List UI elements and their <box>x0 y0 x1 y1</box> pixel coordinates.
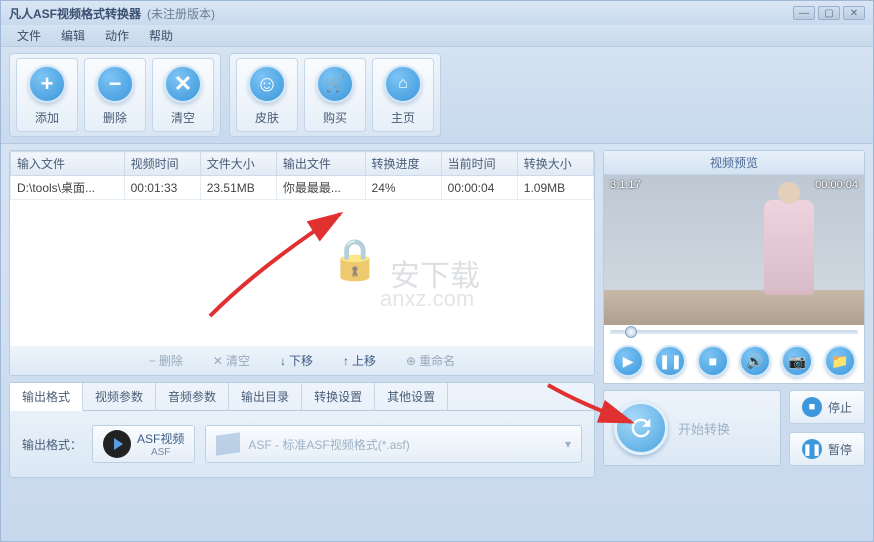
tab-convert-settings[interactable]: 转换设置 <box>302 383 375 410</box>
play-icon: ▶ <box>623 353 634 370</box>
delete-button[interactable]: −删除 <box>84 58 146 132</box>
table-row[interactable]: D:\tools\桌面... 00:01:33 23.51MB 你最最最... … <box>11 176 594 200</box>
refresh-icon <box>627 414 655 442</box>
pause-convert-button[interactable]: ❚❚暂停 <box>789 432 865 466</box>
menu-help[interactable]: 帮助 <box>139 27 183 44</box>
col-fsize[interactable]: 文件大小 <box>200 152 276 176</box>
pause-button[interactable]: ❚❚ <box>654 345 686 377</box>
x-icon: ✕ <box>213 354 223 368</box>
stop-icon: ■ <box>709 353 717 369</box>
watermark-text: 安下载 <box>390 251 480 295</box>
col-output[interactable]: 输出文件 <box>276 152 365 176</box>
home-icon: ⌂ <box>384 65 422 103</box>
annotation-arrow-icon <box>200 206 360 326</box>
col-ctime[interactable]: 当前时间 <box>441 152 517 176</box>
timestamp-left: 3:1:17 <box>610 179 641 191</box>
snapshot-button[interactable]: 📷 <box>781 345 813 377</box>
minus-icon: − <box>96 65 134 103</box>
home-button[interactable]: ⌂主页 <box>372 58 434 132</box>
play-button[interactable]: ▶ <box>612 345 644 377</box>
toolbar: +添加 −删除 ✕清空 ☺皮肤 🛒购买 ⌂主页 <box>1 47 873 144</box>
col-csize[interactable]: 转换大小 <box>517 152 593 176</box>
speaker-icon: 🔊 <box>746 353 763 370</box>
clear-button[interactable]: ✕清空 <box>152 58 214 132</box>
plus-icon: + <box>28 65 66 103</box>
preview-panel: 视频预览 3:1:17 00:00:04 ▶ ❚❚ ■ 🔊 📷 📁 <box>603 150 865 384</box>
menu-edit[interactable]: 编辑 <box>51 27 95 44</box>
titlebar: 凡人ASF视频格式转换器 (未注册版本) — ▢ ✕ <box>1 1 873 25</box>
menubar: 文件 编辑 动作 帮助 <box>1 25 873 47</box>
app-subtitle: (未注册版本) <box>147 5 215 22</box>
file-table-panel: 输入文件 视频时间 文件大小 输出文件 转换进度 当前时间 转换大小 D:\to… <box>9 150 595 376</box>
cart-icon: 🛒 <box>316 65 354 103</box>
skin-button[interactable]: ☺皮肤 <box>236 58 298 132</box>
table-actions: −删除 ✕清空 ↓下移 ↑上移 ⊕重命名 <box>10 346 594 375</box>
pause-icon: ❚❚ <box>659 353 682 370</box>
start-convert-button[interactable] <box>614 401 668 455</box>
watermark-shield-icon: 🔒 <box>330 236 380 283</box>
x-icon: ✕ <box>164 65 202 103</box>
smile-icon: ☺ <box>248 65 286 103</box>
format-label: 输出格式： <box>22 436 82 453</box>
col-progress[interactable]: 转换进度 <box>365 152 441 176</box>
add-button[interactable]: +添加 <box>16 58 78 132</box>
tab-other-settings[interactable]: 其他设置 <box>375 383 448 410</box>
app-title: 凡人ASF视频格式转换器 <box>9 5 141 22</box>
timestamp-right: 00:00:04 <box>815 179 858 191</box>
box-icon <box>216 432 240 455</box>
chevron-down-icon: ▾ <box>565 437 571 451</box>
stop-icon: ■ <box>802 397 822 417</box>
row-delete[interactable]: −删除 <box>149 352 183 369</box>
tab-output-dir[interactable]: 输出目录 <box>229 383 302 410</box>
folder-icon: 📁 <box>831 353 848 370</box>
row-rename[interactable]: ⊕重命名 <box>406 352 455 369</box>
minus-icon: − <box>149 354 156 368</box>
col-vtime[interactable]: 视频时间 <box>124 152 200 176</box>
seekbar[interactable] <box>604 325 864 339</box>
preview-video[interactable]: 3:1:17 00:00:04 <box>604 175 864 325</box>
menu-file[interactable]: 文件 <box>7 27 51 44</box>
settings-panel: 输出格式 视频参数 音频参数 输出目录 转换设置 其他设置 输出格式： ASF视… <box>9 382 595 478</box>
arrow-down-icon: ↓ <box>280 354 286 368</box>
row-moveup[interactable]: ↑上移 <box>343 352 376 369</box>
convert-panel: 开始转换 <box>603 390 781 466</box>
arrow-up-icon: ↑ <box>343 354 349 368</box>
close-button[interactable]: ✕ <box>843 6 865 20</box>
camera-icon: 📷 <box>789 353 806 370</box>
tab-output-format[interactable]: 输出格式 <box>10 383 83 411</box>
file-table: 输入文件 视频时间 文件大小 输出文件 转换进度 当前时间 转换大小 D:\to… <box>10 151 594 200</box>
tab-audio-params[interactable]: 音频参数 <box>156 383 229 410</box>
play-icon <box>103 430 131 458</box>
col-input[interactable]: 输入文件 <box>11 152 125 176</box>
row-movedown[interactable]: ↓下移 <box>280 352 313 369</box>
seek-thumb[interactable] <box>625 326 637 338</box>
format-select[interactable]: ASF - 标准ASF视频格式(*.asf) ▾ <box>205 425 582 463</box>
pause-icon: ❚❚ <box>802 439 822 459</box>
minimize-button[interactable]: — <box>793 6 815 20</box>
stop-convert-button[interactable]: ■停止 <box>789 390 865 424</box>
open-button[interactable]: 📁 <box>824 345 856 377</box>
rename-icon: ⊕ <box>406 354 416 368</box>
preview-title: 视频预览 <box>604 151 864 175</box>
start-label: 开始转换 <box>678 419 730 438</box>
tab-video-params[interactable]: 视频参数 <box>83 383 156 410</box>
buy-button[interactable]: 🛒购买 <box>304 58 366 132</box>
format-button[interactable]: ASF视频 ASF <box>92 425 195 463</box>
row-clear[interactable]: ✕清空 <box>213 352 250 369</box>
watermark-url: anxz.com <box>380 286 474 312</box>
stop-button[interactable]: ■ <box>697 345 729 377</box>
menu-action[interactable]: 动作 <box>95 27 139 44</box>
volume-button[interactable]: 🔊 <box>739 345 771 377</box>
maximize-button[interactable]: ▢ <box>818 6 840 20</box>
